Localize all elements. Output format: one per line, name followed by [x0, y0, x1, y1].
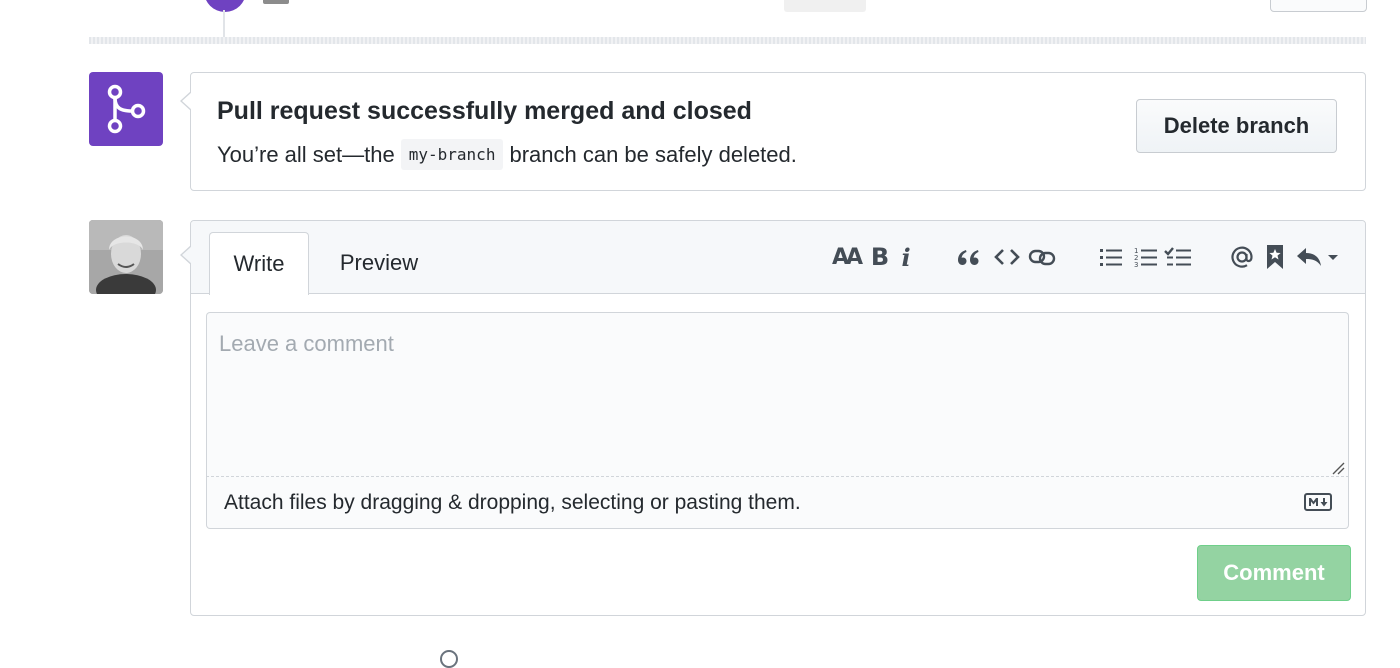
merge-status-title: Pull request successfully merged and clo…	[217, 97, 752, 125]
unordered-list-icon[interactable]	[1098, 243, 1124, 271]
merge-status-subtitle: You’re all set—the my-branch branch can …	[217, 139, 797, 170]
file-attach-bar[interactable]: Attach files by dragging & dropping, sel…	[206, 476, 1349, 529]
header-icon[interactable]: AA	[831, 243, 863, 271]
next-event-icon	[440, 650, 458, 668]
merge-status-box: Pull request successfully merged and clo…	[180, 72, 1366, 191]
delete-branch-button[interactable]: Delete branch	[1136, 99, 1337, 153]
tab-write[interactable]: Write	[209, 232, 309, 295]
avatar	[89, 220, 163, 294]
code-icon[interactable]	[993, 243, 1021, 271]
merge-subtitle-suffix: branch can be safely deleted.	[509, 141, 797, 167]
composer-caret	[180, 245, 192, 265]
mention-icon[interactable]	[1229, 243, 1255, 271]
comment-button[interactable]: Comment	[1197, 545, 1351, 601]
bold-icon[interactable]: B	[869, 243, 891, 271]
tab-preview[interactable]: Preview	[319, 232, 439, 294]
merge-box-caret	[180, 91, 192, 111]
task-list-icon[interactable]	[1163, 243, 1193, 271]
merge-subtitle-prefix: You’re all set—the	[217, 141, 395, 167]
saved-reply-icon[interactable]	[1263, 243, 1287, 271]
comment-composer: Write Preview AA B i 123 Leave a comment…	[180, 220, 1366, 616]
link-icon[interactable]	[1027, 243, 1057, 271]
previous-event-mini-avatar	[263, 0, 289, 4]
composer-header: Write Preview AA B i 123	[191, 221, 1365, 295]
git-merge-icon	[89, 72, 163, 146]
attach-files-text: Attach files by dragging & dropping, sel…	[224, 491, 801, 514]
branch-name-code: my-branch	[400, 139, 504, 170]
ordered-list-icon[interactable]: 123	[1133, 243, 1159, 271]
markdown-icon[interactable]	[1304, 493, 1332, 511]
timeline-divider	[89, 37, 1366, 44]
timeline-line	[223, 10, 225, 38]
resize-grip-icon[interactable]	[1331, 461, 1345, 475]
previous-event-button[interactable]	[1270, 0, 1367, 12]
previous-event-code-chip	[784, 0, 866, 12]
comment-textarea[interactable]	[206, 312, 1349, 476]
reply-icon[interactable]	[1295, 243, 1341, 271]
svg-text:3: 3	[1134, 261, 1138, 268]
quote-icon[interactable]	[955, 243, 981, 271]
previous-event-avatar	[204, 0, 246, 12]
italic-icon[interactable]: i	[898, 243, 914, 272]
